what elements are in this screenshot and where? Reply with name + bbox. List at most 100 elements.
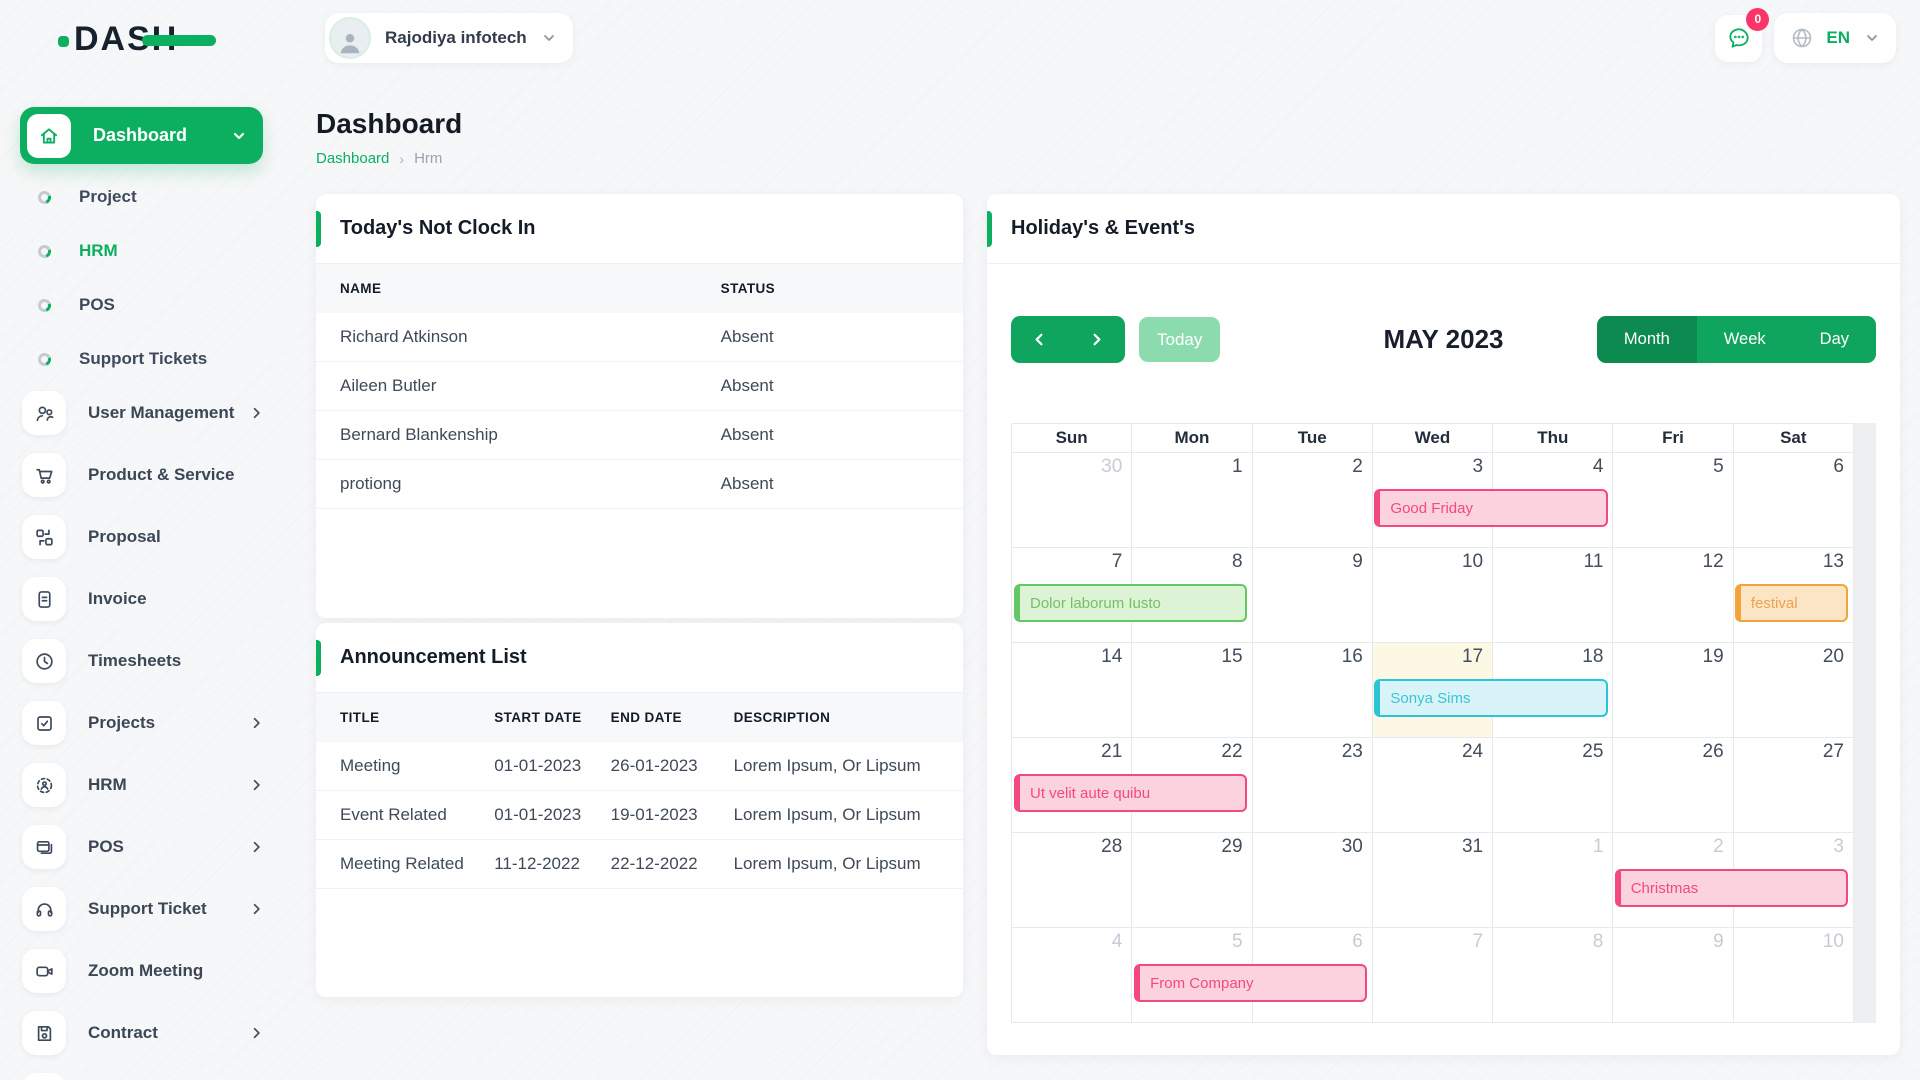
- calendar-event-sonya-sims[interactable]: Sonya Sims: [1374, 679, 1607, 717]
- calendar-day-cell[interactable]: 12: [1612, 548, 1732, 642]
- sidebar-item-support-ticket[interactable]: Support Ticket: [20, 878, 280, 940]
- calendar-day-cell[interactable]: 8: [1492, 928, 1612, 1022]
- announcement-end-cell: 26-01-2023: [601, 742, 724, 791]
- calendar-day-cell[interactable]: 1: [1492, 833, 1612, 927]
- sidebar-item-product-service[interactable]: Product & Service: [20, 444, 280, 506]
- sidebar-item-contract[interactable]: Contract: [20, 1002, 280, 1064]
- announcement-end-cell: 19-01-2023: [601, 791, 724, 840]
- calendar-day-cell[interactable]: 20: [1733, 643, 1853, 737]
- calendar-day-cell[interactable]: 11: [1492, 548, 1612, 642]
- calendar-day-number: 10: [1462, 551, 1483, 572]
- calendar-day-number: 6: [1833, 456, 1844, 477]
- sidebar-subitem-project[interactable]: Project: [20, 170, 270, 224]
- chevron-right-icon: [249, 902, 264, 917]
- clockin-status-cell: Absent: [711, 313, 963, 362]
- calendar-day-cell[interactable]: 14: [1012, 643, 1131, 737]
- calendar-event-from-company[interactable]: From Company: [1134, 964, 1367, 1002]
- calendar-day-cell[interactable]: 25: [1492, 738, 1612, 832]
- calendar-day-number: 26: [1703, 741, 1724, 762]
- calendar-day-cell[interactable]: 28: [1012, 833, 1131, 927]
- calendar-day-number: 20: [1823, 646, 1844, 667]
- sidebar-item-label: Timesheets: [88, 651, 181, 671]
- sidebar-item-label: HRM: [88, 775, 127, 795]
- breadcrumb-dashboard-link[interactable]: Dashboard: [316, 150, 389, 167]
- calendar-day-cell[interactable]: 30: [1252, 833, 1372, 927]
- calendar-day-cell[interactable]: 31: [1372, 833, 1492, 927]
- sidebar-subitem-label: Project: [79, 187, 137, 207]
- sidebar-item-messenger[interactable]: Messenger: [20, 1064, 280, 1080]
- calendar-dayhead-wed: Wed: [1372, 424, 1492, 452]
- calendar-dayhead-row: SunMonTueWedThuFriSat: [1012, 424, 1853, 452]
- sidebar-item-pos[interactable]: POS: [20, 816, 280, 878]
- next-month-button[interactable]: [1068, 316, 1125, 363]
- calendar-day-cell[interactable]: 16: [1252, 643, 1372, 737]
- check-square-icon: [22, 701, 66, 745]
- calendar-event-festival[interactable]: festival: [1735, 584, 1848, 622]
- sidebar-item-label: Support Ticket: [88, 899, 207, 919]
- calendar-event-dolor-laborum-iusto[interactable]: Dolor laborum Iusto: [1014, 584, 1247, 622]
- calendar-day-cell[interactable]: 2: [1252, 453, 1372, 547]
- calendar-week-row: 78910111213Dolor laborum Iustofestival: [1012, 547, 1853, 642]
- calendar-day-cell[interactable]: 27: [1733, 738, 1853, 832]
- language-selector[interactable]: EN: [1774, 13, 1896, 63]
- calendar-day-cell[interactable]: 9: [1612, 928, 1732, 1022]
- messages-button[interactable]: 0: [1715, 15, 1762, 62]
- sidebar-item-projects[interactable]: Projects: [20, 692, 280, 754]
- today-button[interactable]: Today: [1139, 317, 1220, 362]
- company-selector[interactable]: Rajodiya infotech: [325, 13, 573, 63]
- calendar-card: Holiday's & Event's Today MAY 2023 Month…: [987, 194, 1900, 1055]
- sidebar-item-hrm[interactable]: HRM: [20, 754, 280, 816]
- calendar-day-cell[interactable]: 10: [1733, 928, 1853, 1022]
- prev-month-button[interactable]: [1011, 316, 1068, 363]
- calendar-day-cell[interactable]: 29: [1131, 833, 1251, 927]
- sidebar-item-proposal[interactable]: Proposal: [20, 506, 280, 568]
- sidebar-item-user-management[interactable]: User Management: [20, 382, 280, 444]
- sidebar-item-zoom-meeting[interactable]: Zoom Meeting: [20, 940, 280, 1002]
- view-month-button[interactable]: Month: [1597, 316, 1697, 363]
- calendar-day-cell[interactable]: 24: [1372, 738, 1492, 832]
- calendar-day-cell[interactable]: 6: [1733, 453, 1853, 547]
- calendar-day-cell[interactable]: 5: [1612, 453, 1732, 547]
- calendar-scrollbar-gutter[interactable]: [1854, 423, 1876, 1023]
- calendar-day-number: 16: [1342, 646, 1363, 667]
- calendar-day-cell[interactable]: 23: [1252, 738, 1372, 832]
- proposal-icon: [22, 515, 66, 559]
- calendar-day-cell[interactable]: 1: [1131, 453, 1251, 547]
- calendar-day-number: 7: [1473, 931, 1484, 952]
- calendar-event-good-friday[interactable]: Good Friday: [1374, 489, 1607, 527]
- logo-dash-icon: [142, 35, 216, 46]
- page-title: Dashboard: [316, 108, 462, 140]
- sidebar-item-timesheets[interactable]: Timesheets: [20, 630, 280, 692]
- calendar-day-cell[interactable]: 30: [1012, 453, 1131, 547]
- calendar-day-cell[interactable]: 7: [1372, 928, 1492, 1022]
- chevron-down-icon: [1864, 30, 1880, 46]
- view-week-button[interactable]: Week: [1697, 316, 1793, 363]
- clockin-table-header-row: NAME STATUS: [316, 264, 963, 313]
- calendar-day-cell[interactable]: 10: [1372, 548, 1492, 642]
- calendar-day-number: 24: [1462, 741, 1483, 762]
- calendar-toolbar: Today MAY 2023 MonthWeekDay: [1011, 316, 1876, 363]
- calendar-card-header: Holiday's & Event's: [987, 194, 1900, 264]
- calendar-day-cell[interactable]: 26: [1612, 738, 1732, 832]
- announcement-title-cell: Meeting Related: [316, 840, 484, 889]
- view-day-button[interactable]: Day: [1793, 316, 1876, 363]
- sidebar-subitem-support-tickets[interactable]: Support Tickets: [20, 332, 270, 386]
- calendar-day-number: 2: [1713, 836, 1724, 857]
- calendar-day-number: 3: [1473, 456, 1484, 477]
- sidebar-item-invoice[interactable]: Invoice: [20, 568, 280, 630]
- calendar-day-cell[interactable]: 9: [1252, 548, 1372, 642]
- sidebar-subitem-hrm[interactable]: HRM: [20, 224, 270, 278]
- calendar-event-christmas[interactable]: Christmas: [1615, 869, 1848, 907]
- calendar-day-cell[interactable]: 15: [1131, 643, 1251, 737]
- calendar-day-number: 14: [1101, 646, 1122, 667]
- calendar-day-cell[interactable]: 19: [1612, 643, 1732, 737]
- announcement-description-cell: Lorem Ipsum, Or Lipsum: [724, 791, 963, 840]
- calendar-day-cell[interactable]: 4: [1012, 928, 1131, 1022]
- calendar-event-ut-velit-aute-quibu[interactable]: Ut velit aute quibu: [1014, 774, 1247, 812]
- calendar-day-number: 1: [1232, 456, 1243, 477]
- announcement-card-header: Announcement List: [316, 623, 963, 693]
- calendar-week-row: 28293031123Christmas: [1012, 832, 1853, 927]
- calendar-week-row: 30123456Good Friday: [1012, 452, 1853, 547]
- sidebar-item-dashboard[interactable]: Dashboard: [20, 107, 263, 164]
- sidebar-subitem-pos[interactable]: POS: [20, 278, 270, 332]
